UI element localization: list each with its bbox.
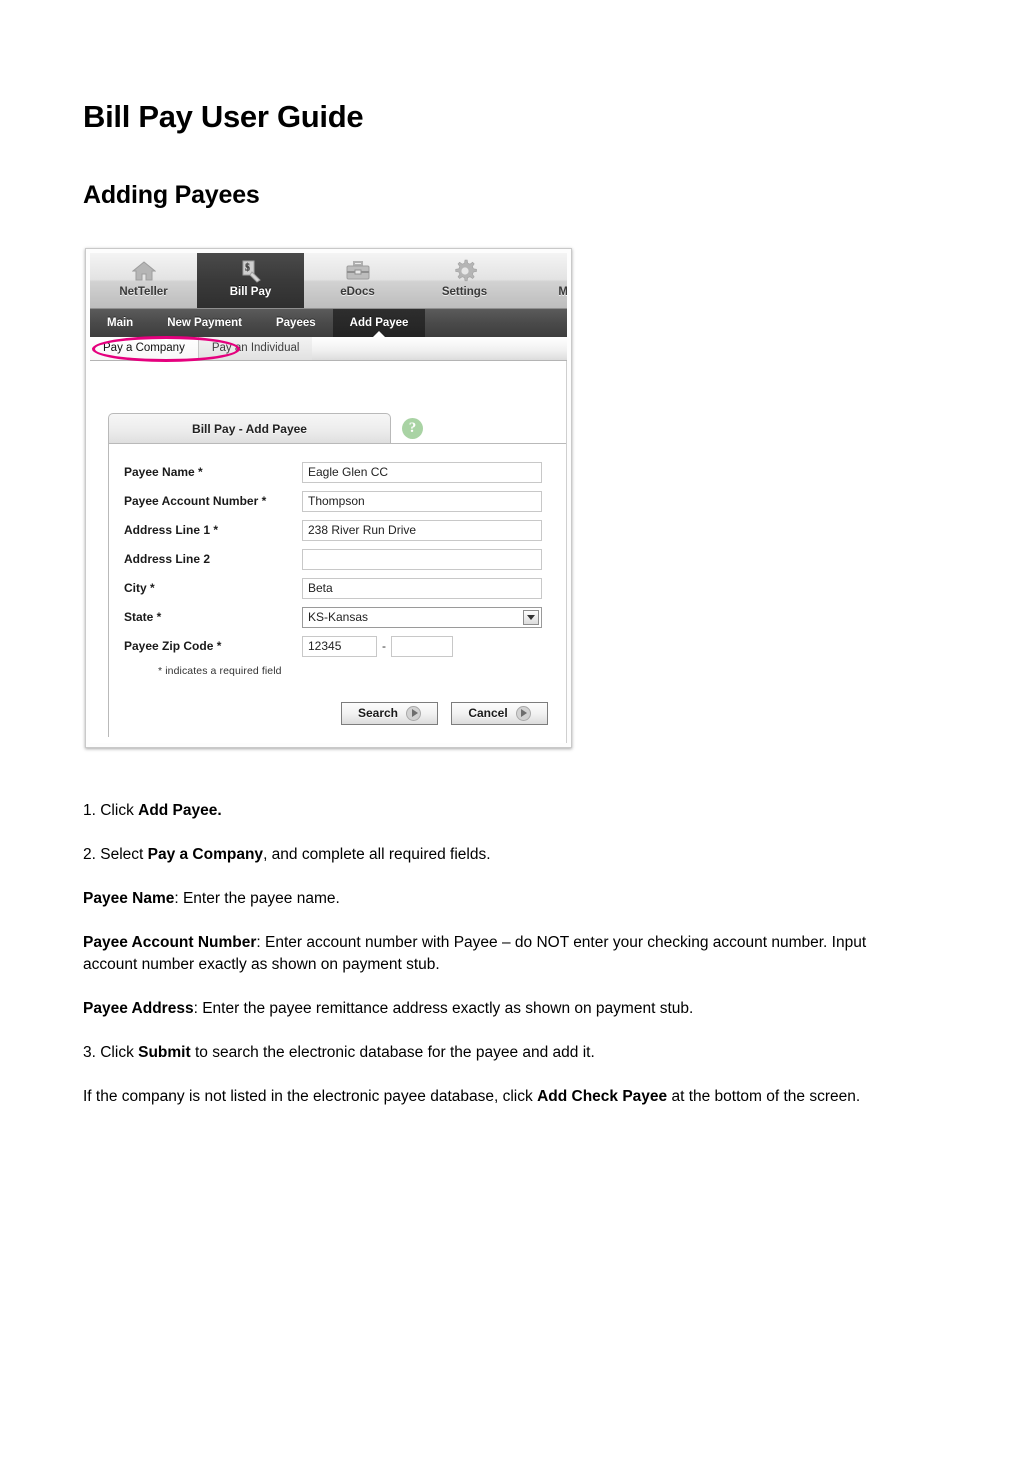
check-tag-icon: $ [239,258,263,285]
content-area: P I Bill Pay - Add Payee ? Payee Name * … [90,360,567,743]
screenshot-figure: NetTeller $ Bill Pay eDocs Settings Main… [85,247,572,748]
add-payee-form: Payee Name * Eagle Glen CC Payee Account… [108,442,566,737]
topnav-item-settings[interactable]: Settings [411,253,518,308]
paragraph: Payee Name: Enter the payee name. [83,889,340,907]
form-row-payee-account-number: Payee Account Number * Thompson [108,490,566,512]
application-window: NetTeller $ Bill Pay eDocs Settings Main… [90,252,567,743]
subnav-item-add-payee[interactable]: Add Payee [332,308,426,337]
state-select-value: KS-Kansas [308,609,369,624]
payee-type-tabs: Pay a Company Pay an Individual [90,336,567,361]
required-field-note: * indicates a required field [158,664,282,677]
primary-navigation: NetTeller $ Bill Pay eDocs Settings [90,252,567,309]
address-line-2-input[interactable] [302,548,542,570]
form-row-city: City * Beta [108,577,566,599]
field-label: City * [124,581,155,596]
cancel-button-label: Cancel [468,706,508,721]
subnav-item-new-payment[interactable]: New Payment [150,309,259,337]
add-payee-panel-wrapper: Bill Pay - Add Payee ? Payee Name * Eagl… [90,361,566,737]
topnav-label: Settings [441,285,488,298]
paragraph: 2. Select Pay a Company, and complete al… [83,845,491,863]
zip-extension-input[interactable] [391,635,453,657]
arrow-right-icon [515,705,531,721]
panel-title-tab: Bill Pay - Add Payee [108,412,391,444]
search-button-label: Search [357,706,399,721]
tab-pay-a-company[interactable]: Pay a Company [90,336,199,360]
help-icon[interactable]: ? [402,417,423,439]
state-select[interactable]: KS-Kansas [302,606,542,628]
field-label: Address Line 1 * [124,523,219,538]
arrow-right-icon [406,705,422,721]
payee-name-input[interactable]: Eagle Glen CC [302,461,542,483]
form-row-state: State * KS-Kansas [108,606,566,628]
topnav-label: NetTeller [119,285,168,298]
field-label: Payee Account Number * [124,494,267,509]
zip-separator: - [382,639,386,654]
paragraph: 3. Click Submit to search the electronic… [83,1043,595,1061]
subnav-item-payees[interactable]: Payees [259,309,333,337]
chevron-down-icon [523,609,539,625]
address-line-1-input[interactable]: 238 River Run Drive [302,519,542,541]
briefcase-icon [345,258,371,285]
secondary-navigation: Main New Payment Payees Add Payee [90,308,567,337]
gear-icon [453,258,477,285]
field-label: State * [124,610,162,625]
home-icon [131,258,156,285]
field-label: Payee Zip Code * [124,639,222,654]
field-label: Payee Name * [124,465,203,480]
search-button[interactable]: Search [341,701,438,725]
paragraph: If the company is not listed in the elec… [83,1087,861,1105]
instructions-body: 1. Click Add Payee. 2. Select Pay a Comp… [80,800,940,1108]
topnav-item-netteller[interactable]: NetTeller [90,253,197,308]
page-title: Bill Pay User Guide [83,99,364,134]
topnav-label: eDocs [340,285,375,298]
topnav-label: Bill Pay [229,285,272,298]
tab-pay-an-individual[interactable]: Pay an Individual [198,336,313,360]
topnav-label: My F [558,286,567,299]
form-row-payee-zip-code: Payee Zip Code * 12345 - [108,635,566,657]
paragraph: Payee Account Number: Enter account numb… [83,933,867,973]
cancel-button[interactable]: Cancel [451,701,548,725]
panel-header-row: Bill Pay - Add Payee ? [108,412,566,444]
city-input[interactable]: Beta [302,577,542,599]
form-row-address-line-2: Address Line 2 [108,548,566,570]
topnav-item-edocs[interactable]: eDocs [304,253,411,308]
page-subtitle: Adding Payees [83,181,260,210]
form-row-address-line-1: Address Line 1 * 238 River Run Drive [108,519,566,541]
form-row-payee-name: Payee Name * Eagle Glen CC [108,461,566,483]
field-label: Address Line 2 [124,552,211,567]
topnav-item-my-f-clipped[interactable]: My F [518,253,567,308]
paragraph: Payee Address: Enter the payee remittanc… [83,999,694,1017]
topnav-item-bill-pay[interactable]: $ Bill Pay [197,252,304,308]
svg-text:$: $ [245,263,250,274]
document-page: Bill Pay User Guide Adding Payees NetTel… [0,99,1020,1108]
zip-primary-input[interactable]: 12345 [302,635,377,657]
form-actions: Search Cancel [108,701,566,737]
paragraph: 1. Click Add Payee. [83,801,222,819]
subnav-item-main[interactable]: Main [90,309,150,337]
payee-account-number-input[interactable]: Thompson [302,490,542,512]
